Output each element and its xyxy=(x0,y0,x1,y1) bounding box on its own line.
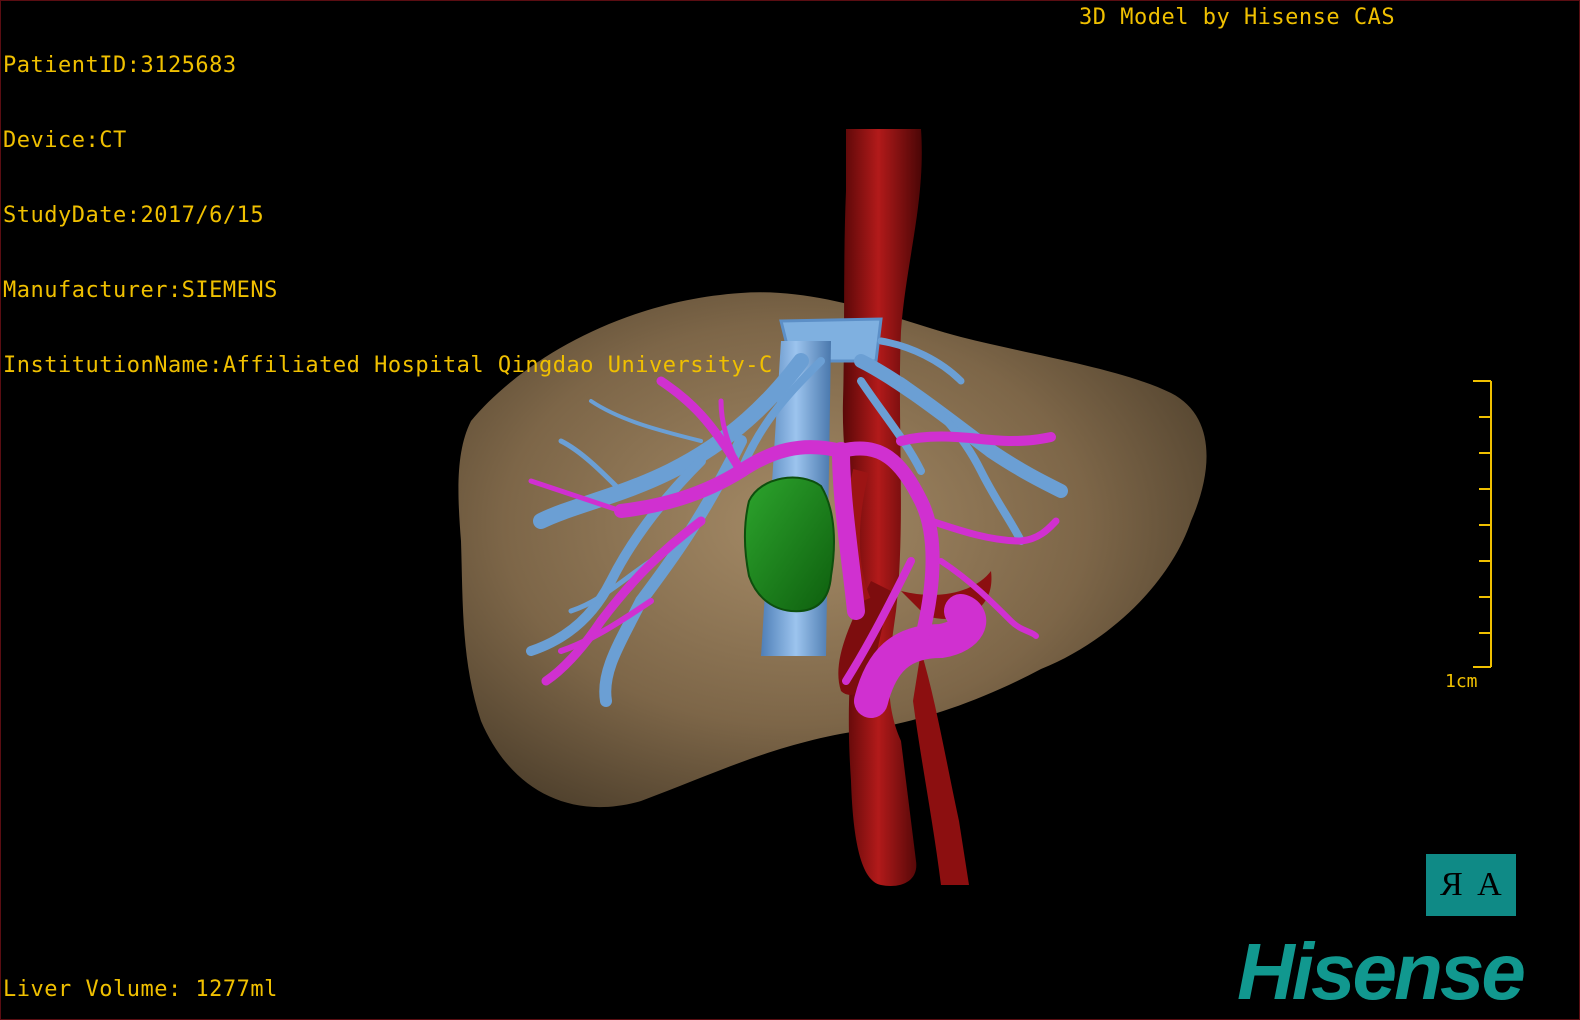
hisense-logo: Hisense xyxy=(1237,927,1526,1016)
study-date: StudyDate:2017/6/15 xyxy=(3,203,265,228)
manufacturer: Manufacturer:SIEMENS xyxy=(3,278,278,303)
institution-name: InstitutionName:Affiliated Hospital Qing… xyxy=(3,353,773,378)
orientation-marker[interactable]: R A xyxy=(1426,854,1516,916)
dicom-info-overlay: PatientID:3125683 Device:CT StudyDate:20… xyxy=(3,3,773,428)
scale-bar xyxy=(1473,380,1492,668)
patient-id: PatientID:3125683 xyxy=(3,53,237,78)
liver-volume: Liver Volume: 1277ml xyxy=(3,977,278,1002)
orientation-right-glyph: A xyxy=(1477,866,1502,903)
orientation-left-glyph: R xyxy=(1440,866,1464,903)
3d-viewport[interactable]: PatientID:3125683 Device:CT StudyDate:20… xyxy=(0,0,1580,1020)
tumor xyxy=(743,476,835,613)
scale-bar-label: 1cm xyxy=(1445,671,1478,692)
model-credit: 3D Model by Hisense CAS xyxy=(1079,5,1396,30)
device: Device:CT xyxy=(3,128,127,153)
